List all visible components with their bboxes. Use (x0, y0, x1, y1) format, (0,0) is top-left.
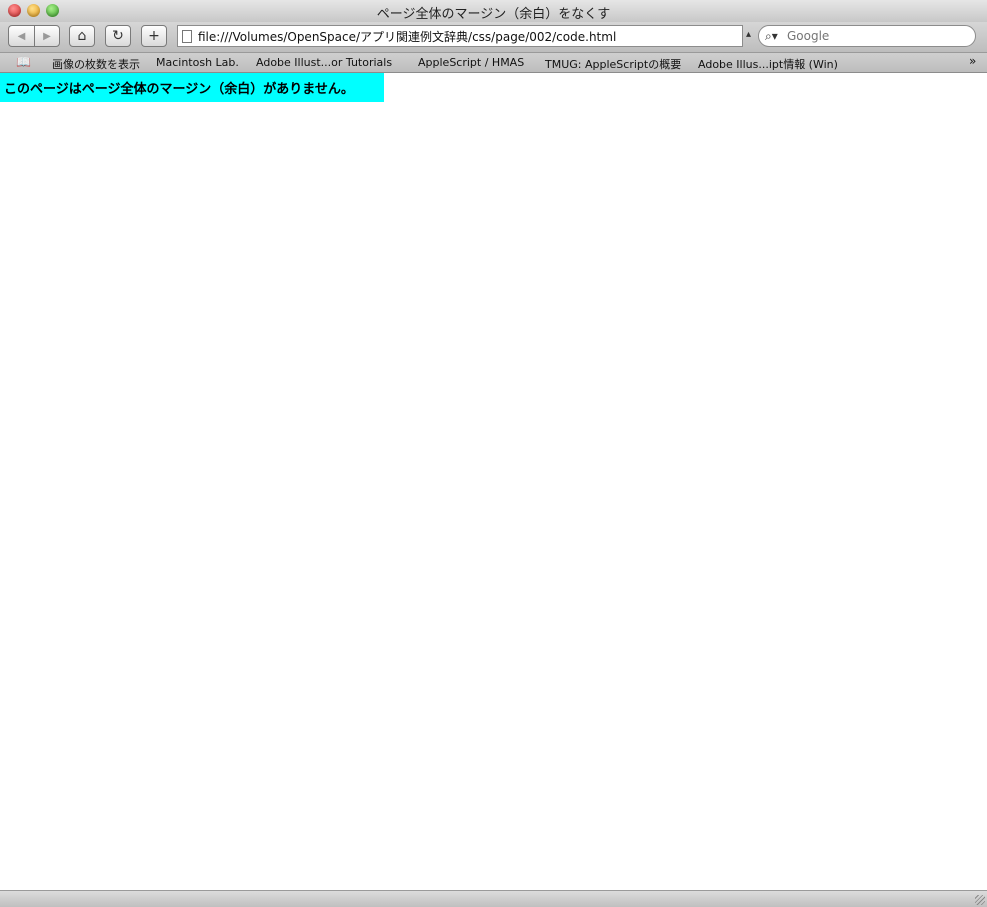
address-history-icon[interactable]: ▴ (746, 29, 751, 40)
title-bar: ページ全体のマージン（余白）をなくす (0, 0, 987, 23)
no-margin-banner: このページはページ全体のマージン（余白）がありません。 (0, 73, 384, 102)
home-button[interactable]: ⌂ (69, 25, 95, 47)
search-input[interactable] (785, 28, 969, 44)
address-bar[interactable]: file:///Volumes/OpenSpace/アプリ関連例文辞典/css/… (177, 25, 743, 47)
search-icon[interactable]: ⌕▾ (765, 29, 785, 44)
back-button[interactable]: ◀ (8, 25, 34, 47)
home-icon: ⌂ (77, 28, 87, 44)
reload-icon: ↻ (112, 28, 124, 44)
add-bookmark-button[interactable]: + (141, 25, 167, 47)
bookmark-item[interactable]: Adobe Illust...or Tutorials (256, 56, 392, 69)
bookmarks-book-icon[interactable]: 📖 (16, 55, 31, 69)
browser-toolbar: ◀ ▶ ⌂ ↻ + file:///Volumes/OpenSpace/アプリ関… (0, 22, 987, 53)
status-bar (0, 890, 987, 907)
bookmark-item[interactable]: TMUG: AppleScriptの概要 (545, 56, 681, 72)
forward-button[interactable]: ▶ (34, 25, 60, 47)
bookmark-item[interactable]: Macintosh Lab. (156, 56, 239, 69)
back-arrow-icon: ◀ (17, 30, 26, 42)
search-field[interactable]: ⌕▾ (758, 25, 976, 47)
plus-icon: + (148, 28, 160, 44)
bookmarks-bar: 📖 画像の枚数を表示 Macintosh Lab. Adobe Illust..… (0, 53, 987, 73)
page-icon (182, 29, 192, 43)
bookmark-item[interactable]: AppleScript / HMAS (418, 56, 524, 69)
reload-button[interactable]: ↻ (105, 25, 131, 47)
bookmarks-overflow-icon[interactable]: » (969, 54, 976, 68)
forward-arrow-icon: ▶ (43, 30, 51, 42)
bookmark-item[interactable]: 画像の枚数を表示 (52, 56, 140, 72)
resize-grip-icon[interactable] (975, 895, 985, 905)
bookmark-item[interactable]: Adobe Illus...ipt情報 (Win) (698, 56, 838, 72)
address-url: file:///Volumes/OpenSpace/アプリ関連例文辞典/css/… (198, 29, 617, 44)
page-content: このページはページ全体のマージン（余白）がありません。 (0, 73, 987, 890)
window-title: ページ全体のマージン（余白）をなくす (376, 7, 611, 22)
